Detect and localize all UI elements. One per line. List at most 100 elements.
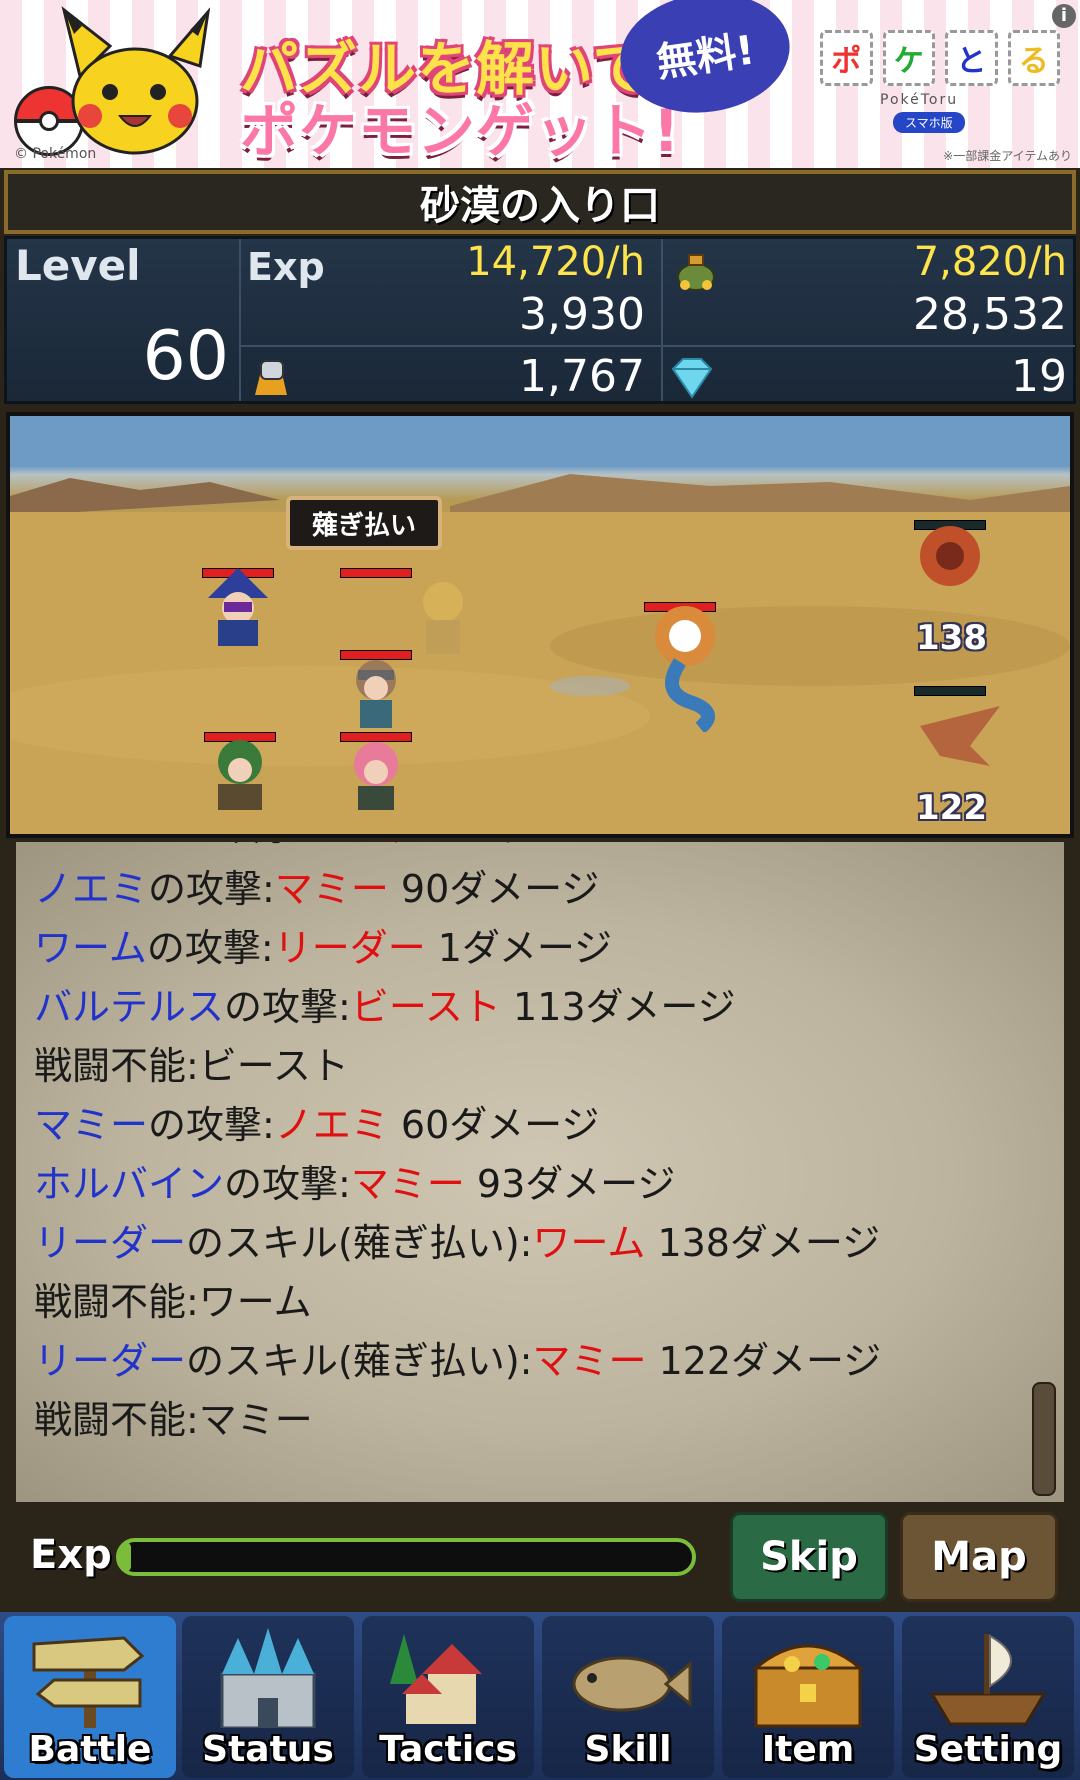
log-actor: ホルバイン (34, 1162, 225, 1206)
log-target: リーダー (311, 842, 463, 849)
stats-panel: Level 60 Exp 14,720/h 3,930 7,820/h 28,5… (4, 236, 1076, 404)
worm-icon (920, 526, 980, 586)
log-line: 戦闘不能:ワーム (34, 1273, 881, 1332)
tab-label: Battle (28, 1729, 152, 1770)
battle-scene: 薙ぎ払い 138 122 (6, 412, 1074, 838)
ad-copyright: © Pokémon (14, 146, 97, 162)
log-actor: ノエミ (34, 867, 149, 911)
ad-logo-sub: PokéToru (880, 92, 959, 108)
ad-logo-char: ケ (882, 30, 935, 86)
tab-label: Skill (584, 1729, 672, 1770)
goggles-sprite-icon (356, 660, 396, 728)
tab-status[interactable]: Status (182, 1616, 354, 1778)
damage-popup: 138 (916, 618, 987, 658)
fist-icon (255, 360, 287, 395)
log-line: 戦闘不能:マミー (34, 1391, 881, 1450)
mummy-icon (920, 706, 1000, 766)
log-text: 90ダメージ (388, 867, 600, 911)
ad-banner[interactable]: © Pokémon パズルを解いて ポケモンゲット! 無料! ポ ケ と る P… (0, 0, 1080, 168)
log-actor: ビースト (34, 842, 184, 849)
log-text: 122ダメージ (646, 1339, 882, 1383)
divider (239, 345, 1075, 347)
log-line: バルテルスの攻撃:ビースト 113ダメージ (34, 978, 881, 1037)
exp-progress-fill (120, 1542, 132, 1572)
log-text: 138ダメージ (645, 1221, 881, 1265)
castle-icon (220, 1628, 316, 1728)
ad-logo: ポ ケ と る (820, 30, 1060, 100)
skip-button[interactable]: Skip (730, 1512, 888, 1602)
log-target: ワーム (532, 1221, 646, 1265)
log-actor: リーダー (34, 1221, 187, 1265)
log-text: 戦闘不能:ワーム (34, 1280, 312, 1324)
ad-platform-badge: スマホ版 (893, 112, 965, 133)
money-bag-icon (677, 254, 715, 291)
log-text: の攻撃: (148, 867, 275, 911)
battle-log[interactable]: ビーストの攻撃:リーダー 1ダメージノエミの攻撃:マミー 90ダメージワームの攻… (16, 842, 1064, 1502)
exp-row: Exp Skip Map (0, 1504, 1080, 1612)
log-text: の攻撃: (146, 926, 274, 970)
enemy-sprite (910, 520, 986, 586)
tab-label: Status (202, 1729, 334, 1770)
exp-bar-label: Exp (30, 1532, 112, 1578)
log-text: 60ダメージ (388, 1103, 600, 1147)
ad-logo-char: ポ (820, 30, 873, 86)
log-line: ホルバインの攻撃:マミー 93ダメージ (34, 1155, 881, 1214)
tab-battle[interactable]: Battle (4, 1616, 176, 1778)
log-line: マミーの攻撃:ノエミ 60ダメージ (34, 1096, 881, 1155)
tab-tactics[interactable]: Tactics (362, 1616, 534, 1778)
ally-sprite (336, 650, 412, 728)
log-text: 戦闘不能:ビースト (34, 1044, 349, 1088)
info-icon[interactable]: i (1052, 4, 1076, 28)
fist-value: 1,767 (519, 351, 645, 402)
treasure-chest-icon (751, 1644, 865, 1728)
log-actor: リーダー (34, 1339, 187, 1383)
diamond-icon (671, 358, 713, 399)
mage-sprite-icon (208, 568, 268, 646)
log-text: 1ダメージ (463, 842, 649, 849)
ranger-sprite-icon (218, 740, 262, 810)
log-text: の攻撃: (148, 1103, 275, 1147)
log-text: 戦闘不能:マミー (34, 1398, 313, 1442)
exp-value: 3,930 (519, 289, 645, 340)
log-target: ノエミ (274, 1103, 389, 1147)
log-scrollbar[interactable] (1032, 1382, 1056, 1496)
ad-headline-2: ポケモンゲット! (240, 97, 681, 165)
knight-sprite-icon (423, 582, 463, 654)
ally-sprite (200, 732, 276, 810)
level-label: Level (15, 241, 141, 290)
pikachu-icon (61, 6, 210, 155)
skill-name-tag: 薙ぎ払い (286, 496, 442, 550)
ad-logo-char: と (945, 30, 998, 86)
divider (239, 239, 241, 401)
log-text: 1ダメージ (425, 926, 613, 970)
tab-skill[interactable]: Skill (542, 1616, 714, 1778)
ally-sprite (336, 568, 412, 582)
map-button[interactable]: Map (900, 1512, 1058, 1602)
log-text: の攻撃: (224, 985, 351, 1029)
enemy-sprite (910, 686, 1000, 766)
tab-item[interactable]: Item (722, 1616, 894, 1778)
log-target: ビースト (350, 985, 501, 1029)
log-actor: マミー (34, 1103, 149, 1147)
tab-setting[interactable]: Setting (902, 1616, 1074, 1778)
tab-label: Item (761, 1729, 855, 1770)
log-actor: バルテルス (34, 985, 225, 1029)
log-target: マミー (350, 1162, 465, 1206)
log-line: 戦闘不能:ビースト (34, 1037, 881, 1096)
log-line-partial: ビーストの攻撃:リーダー 1ダメージ (34, 842, 881, 860)
exp-label: Exp (247, 245, 325, 289)
hp-bar (340, 568, 412, 578)
log-text: 113ダメージ (500, 985, 736, 1029)
log-line: リーダーのスキル(薙ぎ払い):マミー 122ダメージ (34, 1332, 881, 1391)
log-text: のスキル(薙ぎ払い): (186, 1339, 533, 1383)
divider (661, 239, 663, 401)
damage-popup: 122 (916, 788, 987, 828)
ship-icon (929, 1634, 1047, 1726)
gold-value: 28,532 (913, 289, 1067, 340)
pink-hair-sprite-icon (354, 742, 398, 810)
ally-sprite (336, 732, 412, 810)
level-value: 60 (142, 317, 229, 396)
fish-icon (572, 1656, 692, 1712)
log-text: のスキル(薙ぎ払い): (186, 1221, 533, 1265)
exp-progress-bar (116, 1538, 696, 1576)
